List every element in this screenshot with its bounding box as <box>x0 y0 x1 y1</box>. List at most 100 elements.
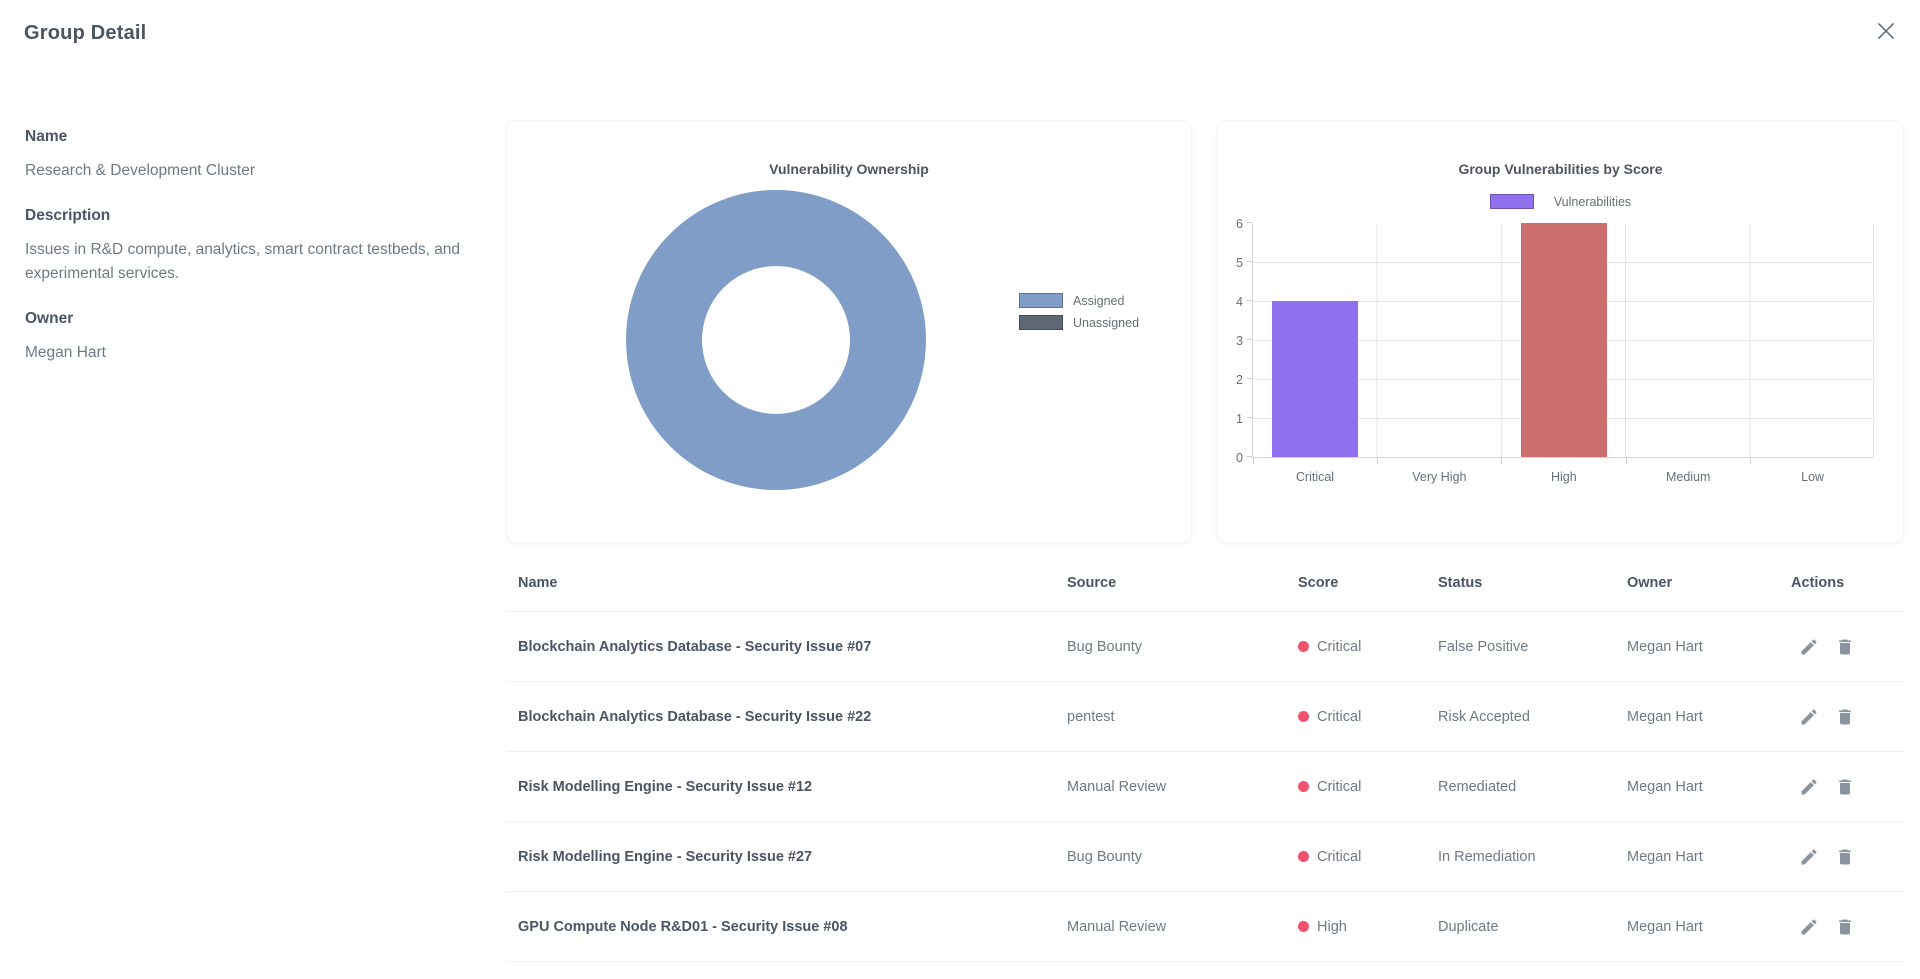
y-axis-tick-mark <box>1247 300 1253 301</box>
x-axis-label: High <box>1502 470 1626 484</box>
y-axis-tick-mark <box>1247 417 1253 418</box>
table-header: Name Source Score Status Owner Actions <box>506 555 1904 612</box>
group-details-panel: Name Research & Development Cluster Desc… <box>25 128 477 389</box>
column-header-score: Score <box>1298 575 1438 591</box>
name-label: Name <box>25 128 477 146</box>
vulnerabilities-label: Vulnerabilities <box>1554 195 1631 209</box>
vulnerability-source: pentest <box>1067 709 1298 725</box>
edit-icon[interactable] <box>1799 637 1819 657</box>
legend-item-assigned[interactable]: Assigned <box>1019 293 1139 308</box>
x-axis-label: Low <box>1751 470 1875 484</box>
table-row: GPU Compute Node R&D01 - Security Issue … <box>506 892 1904 962</box>
delete-icon[interactable] <box>1835 847 1855 867</box>
vulnerability-source: Bug Bounty <box>1067 639 1298 655</box>
delete-icon[interactable] <box>1835 917 1855 937</box>
vulnerability-owner: Megan Hart <box>1627 849 1791 865</box>
donut-chart-title: Vulnerability Ownership <box>507 161 1191 177</box>
bar-legend[interactable]: Vulnerabilities <box>1218 194 1903 209</box>
score-dot-icon <box>1298 781 1309 792</box>
x-axis-tick-mark <box>1750 458 1751 464</box>
table-row: Risk Modelling Engine - Security Issue #… <box>506 752 1904 822</box>
column-header-owner: Owner <box>1627 575 1791 591</box>
vulnerability-score: High <box>1298 919 1438 935</box>
unassigned-swatch-icon <box>1019 315 1063 330</box>
description-value: Issues in R&D compute, analytics, smart … <box>25 238 477 286</box>
y-axis-tick-mark <box>1247 222 1253 223</box>
description-label: Description <box>25 207 477 225</box>
x-axis-tick-mark <box>1253 458 1254 464</box>
y-axis-tick: 4 <box>1207 295 1243 309</box>
owner-label: Owner <box>25 310 477 328</box>
vulnerability-score: Critical <box>1298 849 1438 865</box>
vulnerability-source: Bug Bounty <box>1067 849 1298 865</box>
unassigned-label: Unassigned <box>1073 316 1139 330</box>
close-icon[interactable] <box>1872 18 1900 46</box>
row-actions <box>1791 777 1904 797</box>
vulnerability-score: Critical <box>1298 779 1438 795</box>
y-axis-tick: 6 <box>1207 217 1243 231</box>
vulnerabilities-table: Name Source Score Status Owner Actions B… <box>506 555 1904 962</box>
vulnerability-owner: Megan Hart <box>1627 639 1791 655</box>
y-axis-tick: 1 <box>1207 412 1243 426</box>
vulnerability-status: Risk Accepted <box>1438 709 1627 725</box>
y-axis-tick-mark <box>1247 261 1253 262</box>
vulnerability-name: Blockchain Analytics Database - Security… <box>506 639 1067 655</box>
name-value: Research & Development Cluster <box>25 159 477 183</box>
vulnerability-score: Critical <box>1298 709 1438 725</box>
legend-item-unassigned[interactable]: Unassigned <box>1019 315 1139 330</box>
vulnerability-name: Risk Modelling Engine - Security Issue #… <box>506 779 1067 795</box>
bar-chart-title: Group Vulnerabilities by Score <box>1218 161 1903 177</box>
y-axis-tick: 2 <box>1207 373 1243 387</box>
x-axis-tick-mark <box>1626 458 1627 464</box>
y-axis-tick: 0 <box>1207 451 1243 465</box>
column-header-source: Source <box>1067 575 1298 591</box>
edit-icon[interactable] <box>1799 847 1819 867</box>
x-axis-tick-mark <box>1501 458 1502 464</box>
vulnerability-name: GPU Compute Node R&D01 - Security Issue … <box>506 919 1067 935</box>
score-dot-icon <box>1298 851 1309 862</box>
delete-icon[interactable] <box>1835 707 1855 727</box>
vulnerability-source: Manual Review <box>1067 779 1298 795</box>
row-actions <box>1791 917 1904 937</box>
owner-value: Megan Hart <box>25 341 477 365</box>
row-actions <box>1791 637 1904 657</box>
y-axis-tick-mark <box>1247 378 1253 379</box>
bar-high <box>1521 223 1607 457</box>
edit-icon[interactable] <box>1799 777 1819 797</box>
x-axis-label: Very High <box>1377 470 1501 484</box>
bar-critical <box>1272 301 1358 457</box>
vulnerabilities-by-score-card: Group Vulnerabilities by Score Vulnerabi… <box>1217 120 1904 543</box>
vulnerability-status: In Remediation <box>1438 849 1627 865</box>
page-title: Group Detail <box>24 22 146 45</box>
x-axis-label: Critical <box>1253 470 1377 484</box>
vulnerabilities-swatch-icon <box>1490 194 1534 209</box>
y-axis-tick: 3 <box>1207 334 1243 348</box>
edit-icon[interactable] <box>1799 917 1819 937</box>
column-header-status: Status <box>1438 575 1627 591</box>
y-axis-tick-mark <box>1247 456 1253 457</box>
vulnerability-name: Blockchain Analytics Database - Security… <box>506 709 1067 725</box>
x-axis-label: Medium <box>1626 470 1750 484</box>
vulnerability-name: Risk Modelling Engine - Security Issue #… <box>506 849 1067 865</box>
score-dot-icon <box>1298 711 1309 722</box>
vulnerability-source: Manual Review <box>1067 919 1298 935</box>
delete-icon[interactable] <box>1835 637 1855 657</box>
vulnerability-ownership-card: Vulnerability Ownership Assigned Unassig… <box>506 120 1192 543</box>
vulnerability-status: False Positive <box>1438 639 1627 655</box>
column-header-actions: Actions <box>1791 575 1904 591</box>
vulnerability-owner: Megan Hart <box>1627 709 1791 725</box>
assigned-label: Assigned <box>1073 294 1124 308</box>
y-axis-tick-mark <box>1247 339 1253 340</box>
score-dot-icon <box>1298 921 1309 932</box>
bar-chart-plot-area: 0123456CriticalVery HighHighMediumLow <box>1252 224 1874 458</box>
donut-legend: Assigned Unassigned <box>1019 293 1139 337</box>
vulnerability-status: Remediated <box>1438 779 1627 795</box>
column-header-name: Name <box>506 575 1067 591</box>
delete-icon[interactable] <box>1835 777 1855 797</box>
table-body: Blockchain Analytics Database - Security… <box>506 612 1904 962</box>
y-axis-tick: 5 <box>1207 256 1243 270</box>
table-row: Blockchain Analytics Database - Security… <box>506 612 1904 682</box>
edit-icon[interactable] <box>1799 707 1819 727</box>
doughnut-chart <box>626 190 926 490</box>
vulnerability-score: Critical <box>1298 639 1438 655</box>
